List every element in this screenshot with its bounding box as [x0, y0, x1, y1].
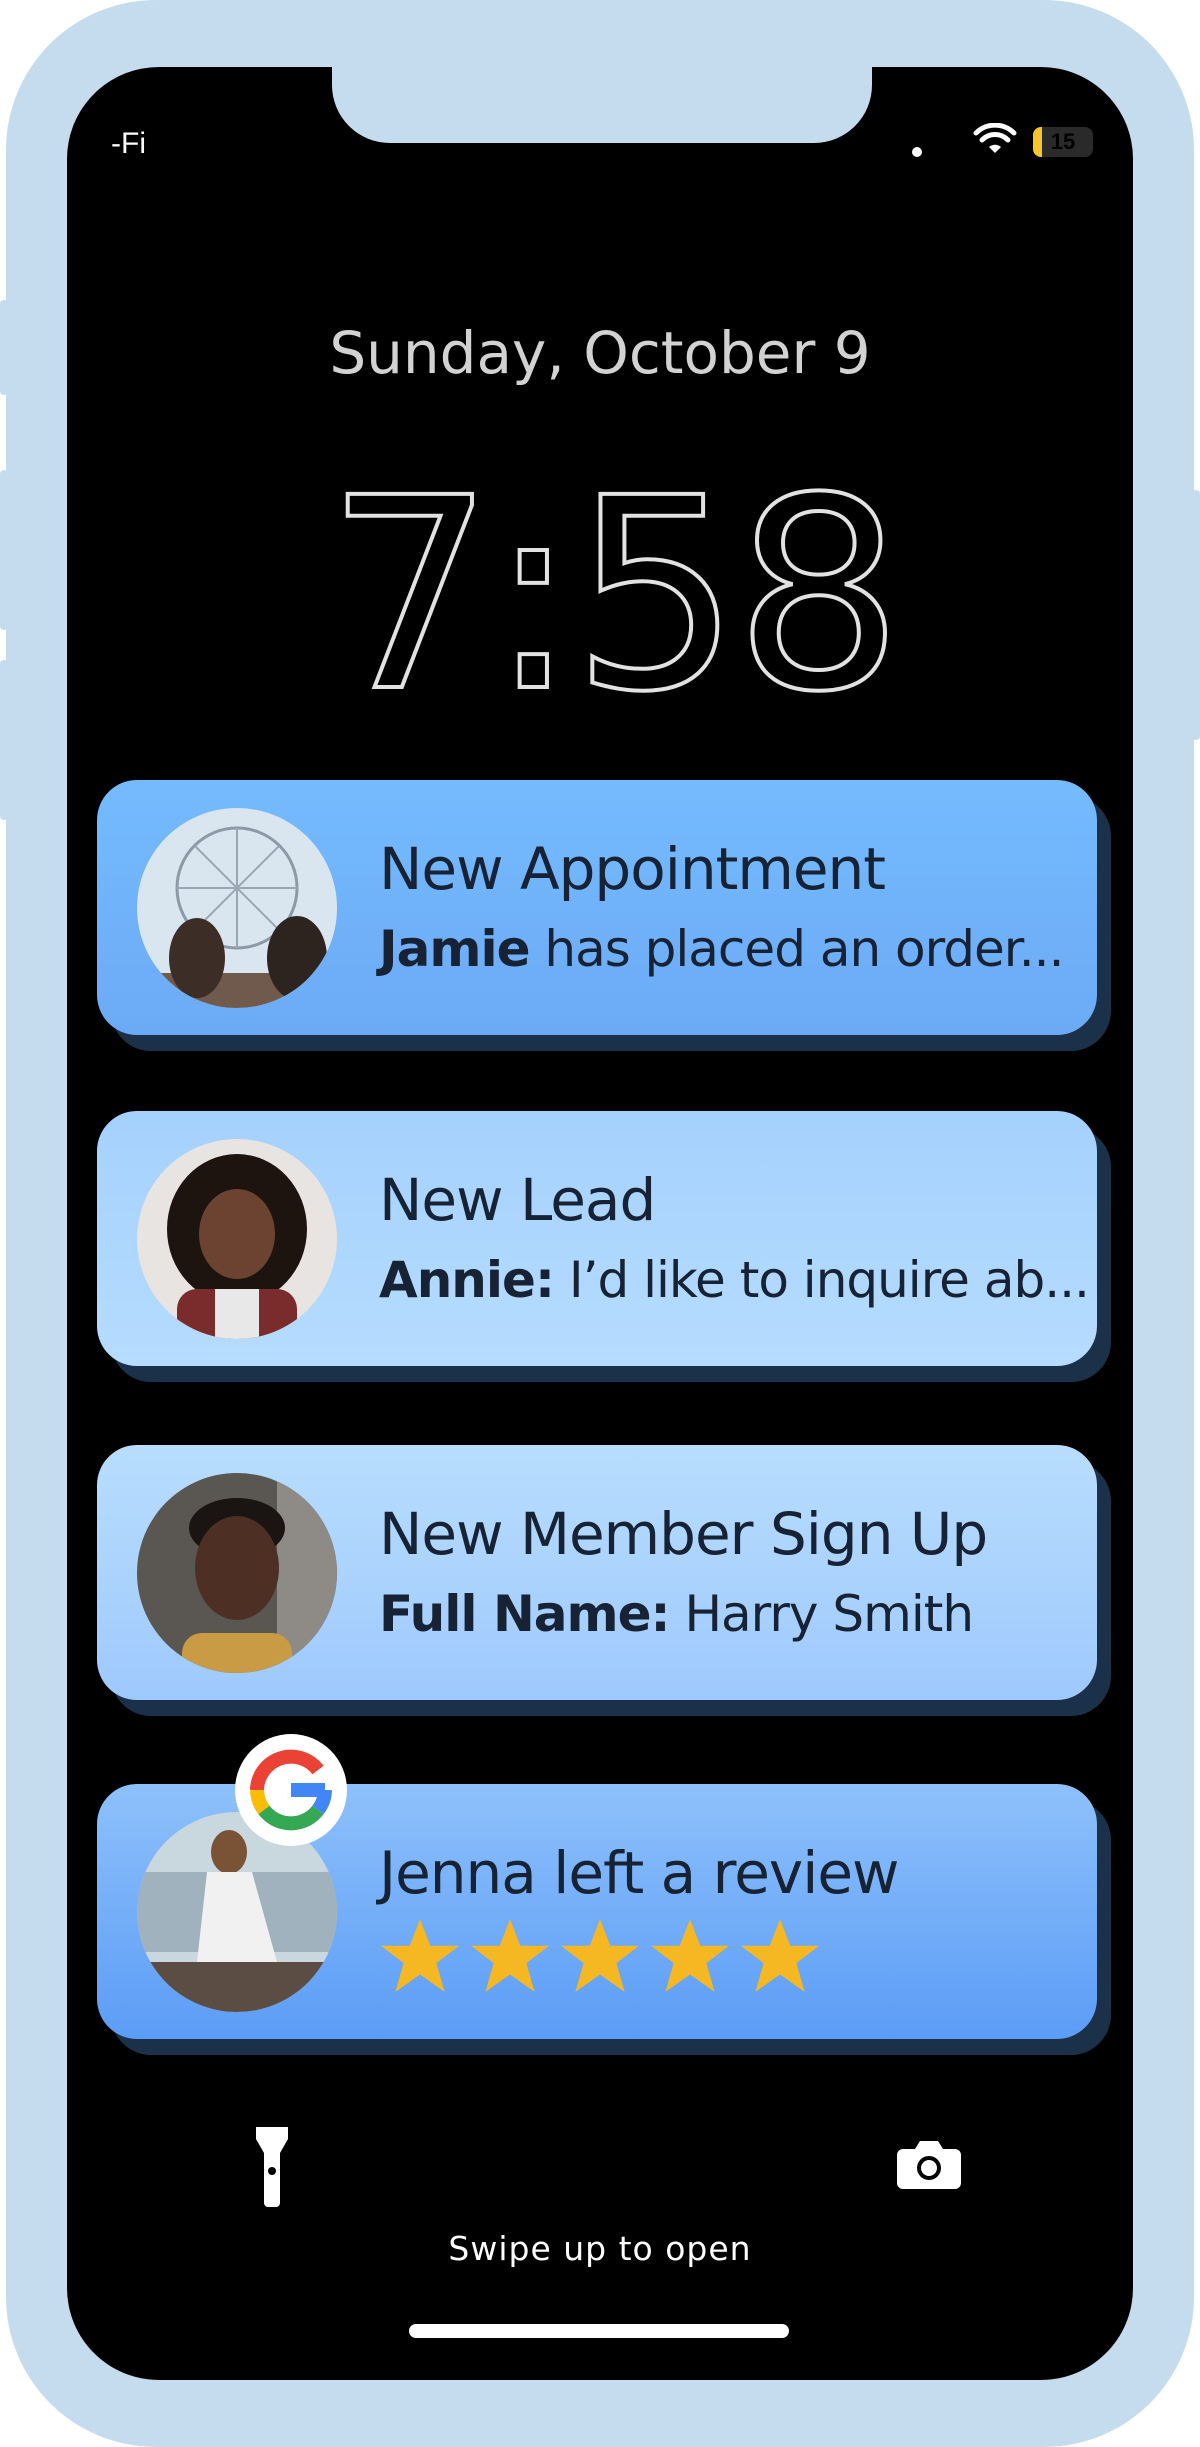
- notification-review[interactable]: Jenna left a review: [97, 1734, 1097, 2039]
- notification-new-lead[interactable]: New Lead Annie: I’d like to inquire ab..…: [97, 1111, 1097, 1366]
- notification-new-appointment[interactable]: New Appointment Jamie has placed an orde…: [97, 780, 1097, 1035]
- notification-sender: Full Name:: [379, 1585, 671, 1643]
- lock-time: 7:58: [324, 472, 905, 712]
- notification-title: New Appointment: [379, 835, 886, 903]
- man-photo-avatar: [137, 1473, 337, 1673]
- notification-title: New Lead: [379, 1166, 656, 1234]
- notification-body: Jamie has placed an order...: [379, 920, 1064, 978]
- notification-body: Full Name: Harry Smith: [379, 1585, 974, 1643]
- battery-level-label: 15: [1050, 129, 1076, 154]
- notification-sender: Jamie: [379, 920, 530, 978]
- notification-new-member-sign-up[interactable]: New Member Sign Up Full Name: Harry Smit…: [97, 1445, 1097, 1700]
- lock-screen: -Fi 15 Sunday, October 9 7:58 New Appoin…: [67, 67, 1133, 2380]
- notch: [332, 67, 872, 143]
- home-indicator[interactable]: [409, 2324, 789, 2338]
- notification-message: Harry Smith: [669, 1585, 974, 1643]
- lock-date: Sunday, October 9: [329, 319, 871, 387]
- carrier-label: -Fi: [111, 127, 146, 160]
- star-icon: [471, 1919, 549, 1992]
- signal-dot-icon: [912, 147, 922, 157]
- wifi-icon: [973, 123, 1017, 153]
- notification-body: Annie: I’d like to inquire ab...: [379, 1251, 1090, 1309]
- power-button: [1192, 490, 1200, 740]
- notification-title: New Member Sign Up: [379, 1500, 988, 1568]
- review-stars: [379, 1916, 821, 1996]
- camera-icon[interactable]: [897, 2139, 961, 2189]
- swipe-up-label: Swipe up to open: [448, 2229, 752, 2268]
- volume-up-button: [0, 470, 8, 630]
- google-icon: [235, 1734, 347, 1846]
- woman-photo-avatar: [137, 1139, 337, 1339]
- ferris-wheel-photo-avatar: [137, 808, 337, 1008]
- star-icon: [741, 1919, 819, 1992]
- mute-switch: [0, 300, 8, 395]
- notification-message: has placed an order...: [529, 920, 1064, 978]
- volume-down-button: [0, 660, 8, 820]
- notification-message: I’d like to inquire ab...: [553, 1251, 1090, 1309]
- star-icon: [561, 1919, 639, 1992]
- notification-title: Jenna left a review: [379, 1839, 899, 1907]
- notification-sender: Annie:: [379, 1251, 555, 1309]
- flashlight-icon[interactable]: [252, 2127, 292, 2207]
- star-icon: [381, 1919, 459, 1992]
- lock-time-text: 7:58: [326, 472, 897, 712]
- star-icon: [651, 1919, 729, 1992]
- battery-icon: 15: [1033, 127, 1093, 157]
